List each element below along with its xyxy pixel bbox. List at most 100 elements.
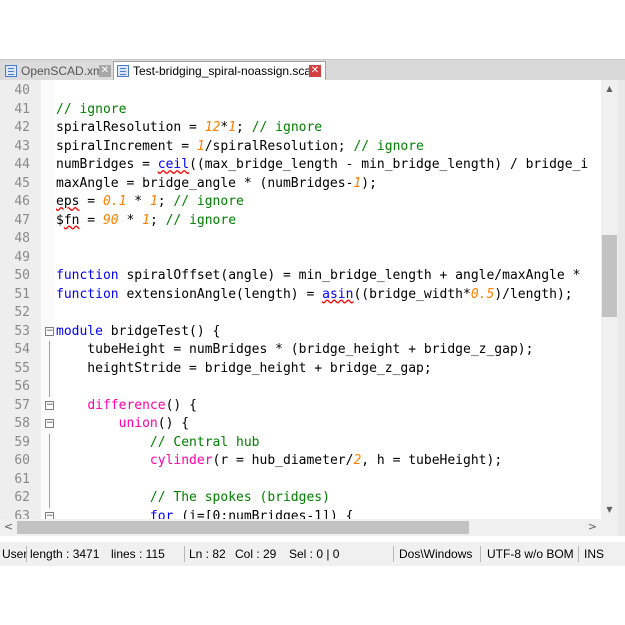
code-line[interactable]: 40 [0,82,601,101]
code-text: // ignore [56,101,126,120]
code-token: 0.5 [470,286,495,302]
code-line[interactable]: 48 [0,230,601,249]
code-line[interactable]: 55 heightStride = bridge_height + bridge… [0,359,601,378]
code-token: difference [87,397,166,413]
code-text: function extensionAngle(length) = asin((… [56,286,573,305]
code-line[interactable]: 57 − difference() { [0,397,601,416]
code-line[interactable]: 50 function spiralOffset(angle) = min_bri… [0,267,601,286]
line-number: 47 [14,212,30,228]
vertical-scrollbar[interactable]: ▲ ▼ [601,80,618,519]
code-text: // The spokes (bridges) [56,489,330,508]
code-token: ((bridge_width* [353,286,471,302]
code-line[interactable]: 62 // The spokes (bridges) [0,489,601,508]
code-token: , h = tubeHeight); [361,453,503,468]
status-column: Col : 29 [235,547,277,561]
code-token: = [79,212,103,228]
code-line[interactable]: 60 cylinder(r = hub_diameter/2, h = tube… [0,452,601,471]
code-token: ); [361,175,377,191]
code-line[interactable]: 49 [0,249,601,268]
code-text: $fn = 90 * 1; // ignore [56,212,236,231]
code-token: numBridges = [56,157,158,172]
close-icon[interactable]: ✕ [99,65,111,77]
code-line[interactable]: 42 spiralResolution = 12*1; // ignore [0,119,601,138]
tab-openscad-xml[interactable]: OpenSCAD.xml ✕ [2,62,113,80]
fold-guide [49,433,50,452]
fold-guide [49,452,50,471]
scroll-right-icon[interactable]: > [584,520,601,533]
code-line[interactable]: 52 [0,304,601,323]
line-number: 59 [14,434,30,450]
file-icon [117,65,129,77]
code-text: function spiralOffset(angle) = min_bridg… [56,267,580,286]
scroll-up-icon[interactable]: ▲ [601,84,618,93]
horizontal-scrollbar[interactable]: < > [0,519,601,536]
scroll-down-icon[interactable]: ▼ [601,505,618,514]
code-token: * [126,194,150,209]
code-line[interactable]: 59 // Central hub [0,433,601,452]
line-number: 49 [14,249,30,265]
line-number: 53 [14,323,30,339]
code-token: tubeHeight = numBridges * (bridge_height… [56,342,534,357]
code-token: bridgeTest() { [102,323,221,339]
horizontal-scroll-thumb[interactable] [17,521,469,534]
code-token: 1 [142,212,150,228]
code-token: )/length); [494,286,573,302]
status-length: length : 3471 [30,547,100,561]
line-number: 40 [14,83,30,98]
code-token: // The spokes (bridges) [149,490,330,505]
code-token: // ignore [165,212,237,228]
code-token: = [79,194,103,209]
fold-toggle-icon[interactable]: − [45,326,54,336]
code-line[interactable]: 47 $fn = 90 * 1; // ignore [0,212,601,231]
code-token: // ignore [251,120,323,135]
status-selection: Sel : 0 | 0 [289,547,340,561]
code-token: // ignore [173,194,244,209]
code-token: function [56,286,119,302]
code-token: 1 [149,194,158,209]
code-line[interactable]: 61 [0,470,601,489]
fold-toggle-icon[interactable]: − [45,511,54,519]
status-separator [184,546,185,562]
line-number: 58 [14,416,30,431]
code-text: spiralResolution = 12*1; // ignore [56,119,322,138]
line-number: 52 [14,305,30,320]
line-number: 57 [14,397,30,413]
code-token: 1 [196,138,205,154]
status-separator [480,546,481,562]
code-token: $ [56,212,64,228]
fold-guide [49,359,50,378]
code-editor[interactable]: 40 41 // ignore 42 spiralResolution = 12*1; … [0,80,601,519]
code-line[interactable]: 56 [0,378,601,397]
code-text: cylinder(r = hub_diameter/2, h = tubeHei… [56,452,502,471]
code-line[interactable]: 45 maxAngle = bridge_angle * (numBridges-… [0,175,601,194]
code-line[interactable]: 53 − module bridgeTest() { [0,323,601,342]
code-token: maxAngle = bridge_angle * (numBridges- [56,175,354,191]
code-line[interactable]: 43 spiralIncrement = 1/spiralResolution; … [0,138,601,157]
status-language: User [2,547,28,561]
code-token: fn [63,212,80,228]
code-line[interactable]: 44 numBridges = ceil((max_bridge_length -… [0,156,601,175]
status-encoding: UTF-8 w/o BOM [487,547,574,561]
code-line[interactable]: 46 eps = 0.1 * 1; // ignore [0,193,601,212]
code-token: spiralIncrement = [56,138,197,154]
tab-label: OpenSCAD.xml [21,64,106,78]
fold-toggle-icon[interactable]: − [45,419,54,428]
line-number: 48 [14,231,30,246]
code-line[interactable]: 51 function extensionAngle(length) = asin… [0,286,601,305]
code-token: // ignore [56,101,127,117]
fold-guide [49,489,50,508]
code-token: ((max_bridge_length - min_bridge_length)… [189,157,589,172]
tab-test-bridging[interactable]: Test-bridging_spiral-noassign.scad ✕ [113,61,326,81]
line-number: 61 [14,471,30,487]
code-line[interactable]: 41 // ignore [0,101,601,120]
status-line-number: Ln : 82 [189,547,226,561]
code-token: ; [157,194,174,209]
fold-toggle-icon[interactable]: − [45,400,54,410]
code-text: for (i=[0:numBridges-1]) { [56,508,354,520]
code-line[interactable]: 58 − union() { [0,415,601,434]
scroll-left-icon[interactable]: < [0,520,17,533]
code-line[interactable]: 63 − for (i=[0:numBridges-1]) { [0,508,601,520]
close-icon[interactable]: ✕ [309,65,321,77]
code-line[interactable]: 54 tubeHeight = numBridges * (bridge_hei… [0,341,601,360]
vertical-scroll-thumb[interactable] [602,235,617,317]
